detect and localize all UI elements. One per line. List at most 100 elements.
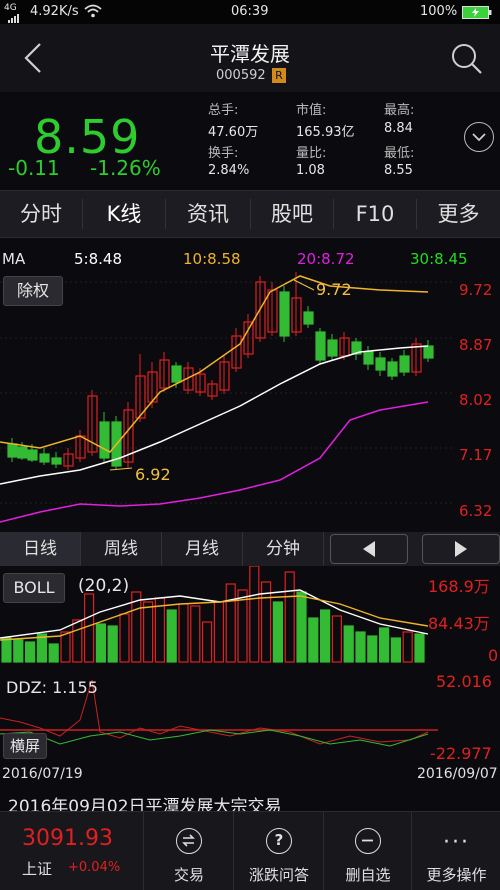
caret-left-icon xyxy=(363,541,375,557)
ex-rights-button[interactable]: 除权 xyxy=(3,276,63,306)
period-tab-minute[interactable]: 分钟 xyxy=(243,532,324,566)
candle-body xyxy=(315,331,326,361)
volume-bar xyxy=(367,635,378,663)
period-tab-daily[interactable]: 日线 xyxy=(0,532,81,566)
kline-y-label-1: 9.72 xyxy=(459,281,493,299)
kline-y-label-4: 7.17 xyxy=(459,446,493,464)
volume-bar xyxy=(60,631,71,663)
wifi-icon xyxy=(84,3,102,23)
trade-button[interactable]: 交易 xyxy=(143,812,234,890)
volume-bar xyxy=(343,625,354,663)
tab-news[interactable]: 资讯 xyxy=(166,191,250,237)
index-change: +0.04% xyxy=(68,860,121,875)
stat-value-high: 8.84 xyxy=(384,121,413,136)
volume-bar xyxy=(119,613,130,663)
main-tabs: 分时 K线 资讯 股吧 F10 更多 xyxy=(0,190,500,238)
period-tab-monthly[interactable]: 月线 xyxy=(162,532,243,566)
stat-label-volume: 总手: xyxy=(208,103,239,118)
volume-bar xyxy=(390,637,401,663)
volume-bar xyxy=(296,591,307,663)
tab-f10[interactable]: F10 xyxy=(334,191,416,237)
index-ticker[interactable]: 3091.93 上证 +0.04% xyxy=(0,812,143,890)
volume-bar xyxy=(272,601,283,663)
stock-name: 平潭发展 xyxy=(210,42,290,66)
kline-chart[interactable] xyxy=(0,272,500,530)
candle-body xyxy=(399,355,410,373)
next-button[interactable] xyxy=(422,534,500,564)
battery-icon xyxy=(462,6,492,23)
volume-bar xyxy=(225,583,236,663)
ddz-label: DDZ: 1.155 xyxy=(6,678,98,697)
more-actions-button[interactable]: ··· 更多操作 xyxy=(411,812,500,890)
low-pointer xyxy=(109,467,133,471)
period-tab-weekly[interactable]: 周线 xyxy=(81,532,162,566)
volume-bar xyxy=(143,601,154,663)
volume-y-label-3: 0 xyxy=(488,646,499,665)
kline-y-label-2: 8.87 xyxy=(459,336,493,354)
prev-button[interactable] xyxy=(330,534,408,564)
index-value: 3091.93 xyxy=(22,826,113,851)
tab-kline[interactable]: K线 xyxy=(83,191,165,237)
stat-value-volume-ratio: 1.08 xyxy=(296,163,325,178)
remove-watchlist-button[interactable]: 删自选 xyxy=(323,812,412,890)
signal-icon xyxy=(8,12,20,23)
stat-value-low: 8.55 xyxy=(384,163,413,178)
volume-bar xyxy=(83,593,95,663)
candle-body xyxy=(303,311,314,325)
qa-label: 涨跌问答 xyxy=(248,866,309,884)
status-bar: 4G 4.92K/s 06:39 100% xyxy=(0,0,500,24)
price-change: -0.11 xyxy=(8,156,60,180)
volume-bar xyxy=(107,625,118,663)
network-speed: 4.92K/s xyxy=(30,4,79,19)
candle-body xyxy=(171,365,182,383)
battery-level: 100% xyxy=(420,4,458,19)
tab-forum[interactable]: 股吧 xyxy=(251,191,333,237)
tab-more[interactable]: 更多 xyxy=(417,191,500,237)
qa-button[interactable]: ? 涨跌问答 xyxy=(233,812,324,890)
volume-bar xyxy=(72,619,83,663)
stat-value-turnover: 2.84% xyxy=(208,163,250,178)
stat-label-turnover: 换手: xyxy=(208,146,239,161)
minus-icon xyxy=(355,828,381,854)
trade-label: 交易 xyxy=(173,866,204,884)
search-icon[interactable] xyxy=(450,42,484,76)
candle-body xyxy=(39,453,50,463)
candle-body xyxy=(375,357,386,371)
volume-bar xyxy=(25,641,36,663)
more-dots-icon: ··· xyxy=(443,830,470,855)
volume-bar xyxy=(320,609,331,663)
chevron-down-icon[interactable] xyxy=(464,122,494,152)
boll-button[interactable]: BOLL xyxy=(3,573,65,603)
price-change-percent: -1.26% xyxy=(90,156,161,180)
volume-bar xyxy=(166,609,177,663)
candle-body xyxy=(7,443,18,458)
volume-bar xyxy=(190,605,201,663)
volume-bar xyxy=(308,617,319,663)
volume-bar xyxy=(402,631,413,663)
kline-y-label-3: 8.02 xyxy=(459,391,493,409)
period-tabs: 日线 周线 月线 分钟 xyxy=(0,532,500,566)
stat-value-volume: 47.60万 xyxy=(208,125,259,140)
stat-value-market-cap: 165.93亿 xyxy=(296,125,355,140)
remove-watchlist-label: 删自选 xyxy=(345,866,391,884)
kline-y-label-5: 6.32 xyxy=(459,502,493,520)
candle-body xyxy=(387,361,398,377)
candle-body xyxy=(327,339,338,357)
volume-bar xyxy=(331,615,342,663)
volume-bar xyxy=(154,597,165,663)
volume-bar xyxy=(202,621,213,663)
question-icon: ? xyxy=(266,828,292,854)
volume-bar xyxy=(414,633,425,663)
index-name: 上证 xyxy=(22,860,53,878)
volume-bar xyxy=(355,631,366,663)
volume-bar xyxy=(379,627,390,663)
stat-label-high: 最高: xyxy=(384,103,415,118)
volume-chart[interactable] xyxy=(0,566,500,666)
volume-bar xyxy=(178,603,189,663)
ma30-value: 30:8.45 xyxy=(410,250,468,268)
volume-bar xyxy=(237,589,248,663)
ddz-y-bottom: -22.977 xyxy=(430,744,492,763)
landscape-button[interactable]: 横屏 xyxy=(3,733,47,759)
tab-intraday[interactable]: 分时 xyxy=(0,191,82,237)
ma5-value: 5:8.48 xyxy=(74,250,122,268)
